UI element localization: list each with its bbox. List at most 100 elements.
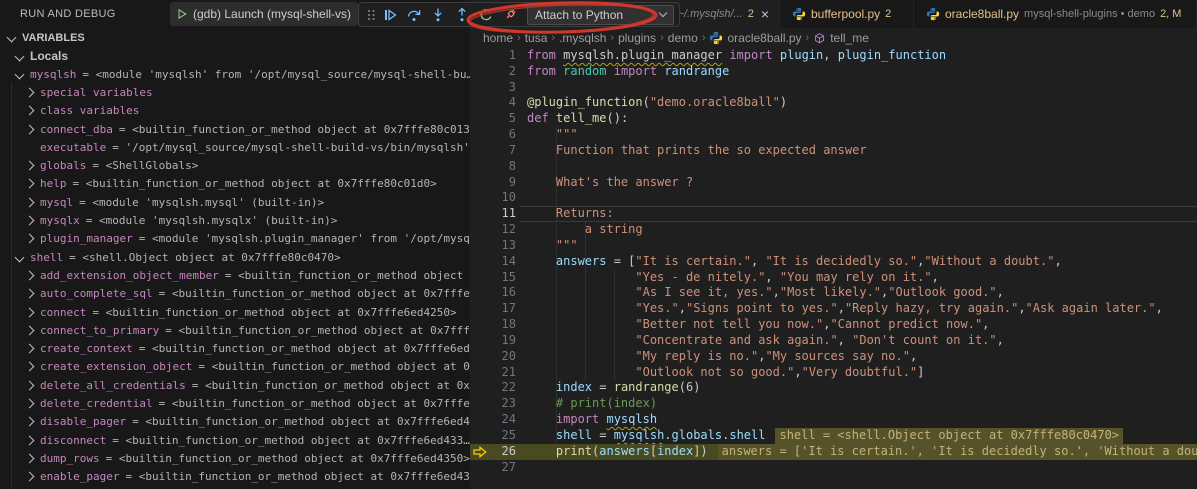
variable-row-executable[interactable]: executable= '/opt/mysql_source/mysql-she… [0, 138, 470, 156]
code-line-2[interactable]: 2from random import randrange [470, 64, 1197, 80]
chevron-right-icon[interactable] [25, 87, 35, 97]
chevron-right-icon[interactable] [25, 344, 35, 354]
chevron-right-icon[interactable] [25, 453, 35, 463]
variable-row-mysqlx[interactable]: mysqlx= <module 'mysqlsh.mysqlx' (built-… [0, 211, 470, 229]
chevron-right-icon[interactable] [25, 307, 35, 317]
code-line-23[interactable]: 23 # print(index) [470, 396, 1197, 412]
variable-name: disable_pager [40, 415, 126, 428]
breadcrumb-separator: › [551, 32, 555, 44]
breadcrumb-file[interactable]: oracle8ball.py [709, 31, 801, 45]
breadcrumb-item-demo[interactable]: demo [668, 31, 698, 45]
variable-row-dump_rows[interactable]: dump_rows= <builtin_function_or_method o… [0, 449, 470, 467]
chevron-right-icon[interactable] [25, 124, 35, 134]
locals-scope-header[interactable]: Locals [0, 47, 470, 65]
chevron-right-icon[interactable] [25, 472, 35, 482]
code-line-26[interactable]: 26 print(answers[index])answers = ['It i… [470, 444, 1197, 460]
chevron-right-icon[interactable] [25, 362, 35, 372]
tab-oracle8ball.py[interactable]: oracle8ball.pymysql-shell-plugins • demo… [914, 0, 1197, 28]
chevron-right-icon[interactable] [25, 270, 35, 280]
code-line-3[interactable]: 3 [470, 80, 1197, 96]
code-line-24[interactable]: 24 import mysqlsh [470, 412, 1197, 428]
code-line-6[interactable]: 6 """ [470, 127, 1197, 143]
variable-row-class variables[interactable]: class variables [0, 102, 470, 120]
breadcrumb-item-plugins[interactable]: plugins [618, 31, 656, 45]
code-line-9[interactable]: 9 What's the answer ? [470, 175, 1197, 191]
code-line-12[interactable]: 12 a string [470, 222, 1197, 238]
variable-row-disconnect[interactable]: disconnect= <builtin_function_or_method … [0, 431, 470, 449]
variable-row-add_extension_object_member[interactable]: add_extension_object_member= <builtin_fu… [0, 266, 470, 284]
chevron-right-icon[interactable] [25, 289, 35, 299]
chevron-right-icon[interactable] [25, 179, 35, 189]
step-into-icon[interactable] [427, 4, 449, 26]
variable-row-mysqlsh[interactable]: mysqlsh= <module 'mysqlsh' from '/opt/my… [0, 65, 470, 83]
chevron-right-icon[interactable] [25, 216, 35, 226]
code-line-27[interactable]: 27 [470, 460, 1197, 476]
chevron-right-icon[interactable] [25, 380, 35, 390]
variable-row-plugin_manager[interactable]: plugin_manager= <module 'mysqlsh.plugin_… [0, 230, 470, 248]
code-line-18[interactable]: 18 "Better not tell you now.","Cannot pr… [470, 317, 1197, 333]
variable-row-create_context[interactable]: create_context= <builtin_function_or_met… [0, 339, 470, 357]
code-line-4[interactable]: 4@plugin_function("demo.oracle8ball") [470, 95, 1197, 111]
code-line-8[interactable]: 8 [470, 159, 1197, 175]
variable-row-auto_complete_sql[interactable]: auto_complete_sql= <builtin_function_or_… [0, 285, 470, 303]
variable-value: = <ShellGlobals> [92, 159, 198, 172]
chevron-right-icon[interactable] [25, 399, 35, 409]
variable-row-connect[interactable]: connect= <builtin_function_or_method obj… [0, 303, 470, 321]
chevron-right-icon[interactable] [25, 161, 35, 171]
variable-row-delete_credential[interactable]: delete_credential= <builtin_function_or_… [0, 394, 470, 412]
variable-row-special variables[interactable]: special variables [0, 83, 470, 101]
toolbar-drag-handle-icon[interactable] [364, 4, 377, 26]
breadcrumb-item-home[interactable]: home [483, 31, 513, 45]
start-debug-icon[interactable] [176, 8, 188, 20]
chevron-right-icon[interactable] [25, 417, 35, 427]
code-line-22[interactable]: 22 index = randrange(6) [470, 380, 1197, 396]
code-line-17[interactable]: 17 "Yes.","Signs point to yes.","Reply h… [470, 301, 1197, 317]
code-line-13[interactable]: 13 """ [470, 238, 1197, 254]
code-line-7[interactable]: 7 Function that prints the so expected a… [470, 143, 1197, 159]
variable-row-create_extension_object[interactable]: create_extension_object= <builtin_functi… [0, 358, 470, 376]
breadcrumb-item-.mysqlsh[interactable]: .mysqlsh [559, 31, 606, 45]
variable-row-globals[interactable]: globals= <ShellGlobals> [0, 156, 470, 174]
breadcrumb-item-tusa[interactable]: tusa [525, 31, 548, 45]
code-line-11[interactable]: 11 Returns: [470, 206, 1197, 222]
chevron-right-icon[interactable] [25, 197, 35, 207]
code-line-10[interactable]: 10 [470, 190, 1197, 206]
tab-bufferpool.py[interactable]: bufferpool.py2 [780, 0, 914, 28]
continue-icon[interactable] [379, 4, 401, 26]
step-over-icon[interactable] [403, 4, 425, 26]
variable-row-delete_all_credentials[interactable]: delete_all_credentials= <builtin_functio… [0, 376, 470, 394]
breadcrumb[interactable]: home›tusa›.mysqlsh›plugins›demo›oracle8b… [470, 28, 1197, 48]
variable-row-help[interactable]: help= <builtin_function_or_method object… [0, 175, 470, 193]
code-line-5[interactable]: 5def tell_me(): [470, 111, 1197, 127]
code-line-16[interactable]: 16 "As I see it, yes.","Most likely.","O… [470, 285, 1197, 301]
variable-row-enable_pager[interactable]: enable_pager= <builtin_function_or_metho… [0, 468, 470, 486]
variable-row-disable_pager[interactable]: disable_pager= <builtin_function_or_meth… [0, 413, 470, 431]
variable-row-connect_to_primary[interactable]: connect_to_primary= <builtin_function_or… [0, 321, 470, 339]
breadcrumb-symbol[interactable]: tell_me [813, 31, 869, 45]
variable-row-mysql[interactable]: mysql= <module 'mysqlsh.mysql' (built-in… [0, 193, 470, 211]
code-area[interactable]: 1from mysqlsh.plugin_manager import plug… [470, 48, 1197, 489]
chevron-right-icon[interactable] [25, 234, 35, 244]
code-line-20[interactable]: 20 "My reply is no.","My sources say no.… [470, 349, 1197, 365]
chevron-down-icon[interactable] [15, 252, 25, 262]
variable-row-connect_dba[interactable]: connect_dba= <builtin_function_or_method… [0, 120, 470, 138]
chevron-right-icon[interactable] [25, 435, 35, 445]
variables-section-header[interactable]: VARIABLES [0, 28, 470, 47]
attach-to-python-select[interactable]: Attach to Python [527, 5, 674, 25]
glyph-margin [470, 317, 490, 333]
code-line-15[interactable]: 15 "Yes - de nitely.", "You may rely on … [470, 270, 1197, 286]
disconnect-icon[interactable] [499, 4, 521, 26]
step-out-icon[interactable] [451, 4, 473, 26]
code-line-19[interactable]: 19 "Concentrate and ask again.", "Don't … [470, 333, 1197, 349]
code-line-25[interactable]: 25 shell = mysqlsh.globals.shellshell = … [470, 428, 1197, 444]
variable-row-shell[interactable]: shell= <shell.Object object at 0x7fffe80… [0, 248, 470, 266]
chevron-right-icon[interactable] [25, 325, 35, 335]
code-line-21[interactable]: 21 "Outlook not so good.","Very doubtful… [470, 365, 1197, 381]
close-icon[interactable]: × [761, 6, 769, 22]
chevron-down-icon[interactable] [15, 69, 25, 79]
code-line-1[interactable]: 1from mysqlsh.plugin_manager import plug… [470, 48, 1197, 64]
launch-config-dropdown[interactable]: (gdb) Launch (mysql-shell-vs) [170, 2, 358, 26]
restart-icon[interactable] [475, 4, 497, 26]
code-line-14[interactable]: 14 answers = ["It is certain.", "It is d… [470, 254, 1197, 270]
chevron-right-icon[interactable] [25, 106, 35, 116]
